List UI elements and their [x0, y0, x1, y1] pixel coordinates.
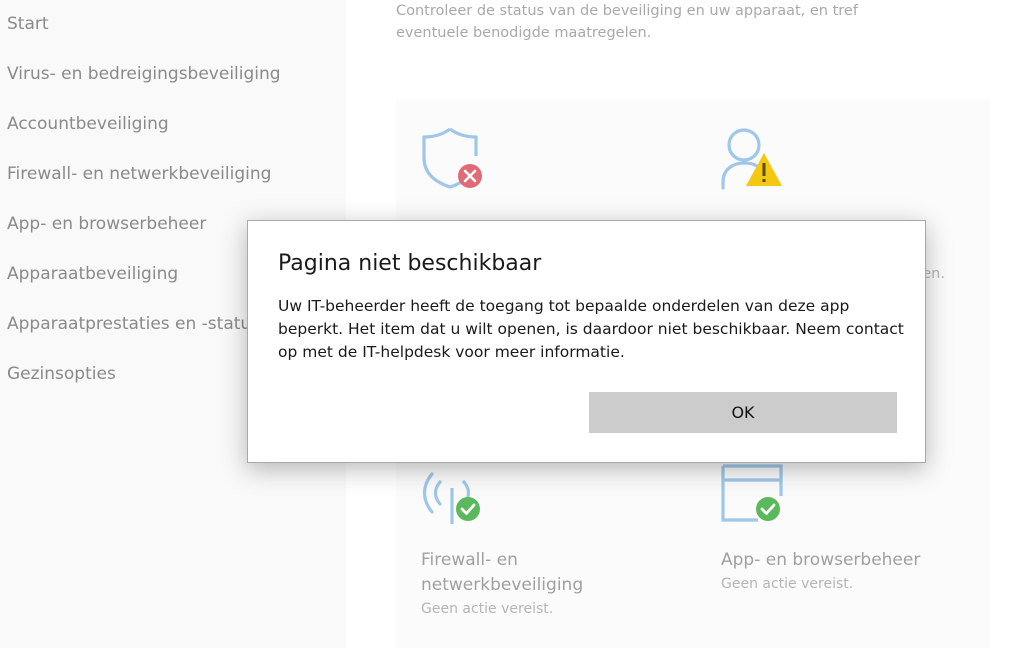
ok-button[interactable]: OK [589, 392, 897, 433]
windows-security-window: Start Virus- en bedreigingsbeveiliging A… [0, 0, 1012, 648]
dialog-message: Uw IT-beheerder heeft de toegang tot bep… [278, 297, 904, 361]
dialog-title: Pagina niet beschikbaar [278, 251, 542, 276]
page-unavailable-dialog: Pagina niet beschikbaar Uw IT-beheerder … [247, 220, 926, 463]
